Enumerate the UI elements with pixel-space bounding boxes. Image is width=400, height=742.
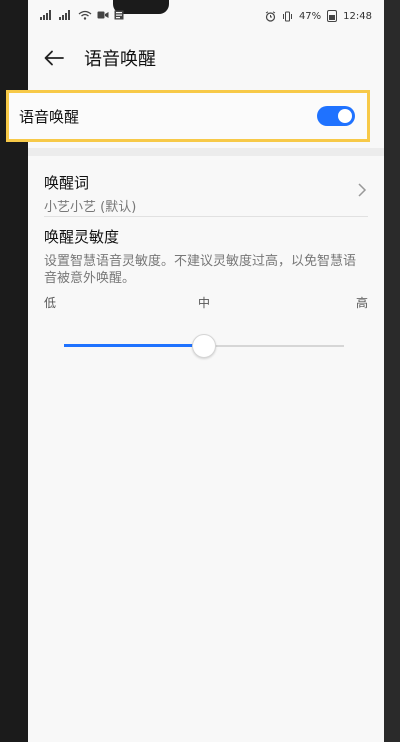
scale-high-label: 高	[355, 296, 368, 310]
battery-icon	[327, 10, 338, 22]
status-left-icons	[40, 10, 124, 20]
sensitivity-slider[interactable]	[64, 334, 344, 358]
voice-wake-label: 语音唤醒	[19, 107, 80, 126]
slider-fill	[64, 344, 204, 347]
voice-wake-toggle[interactable]	[317, 106, 355, 126]
wake-word-row[interactable]: 唤醒词 小艺小艺 (默认)	[44, 172, 368, 218]
back-button[interactable]	[42, 46, 66, 70]
alarm-icon	[265, 10, 276, 22]
device-bezel	[384, 0, 400, 742]
page-title: 语音唤醒	[84, 49, 156, 70]
status-right-icons: 47% 12:48	[265, 10, 372, 22]
battery-percent: 47%	[298, 10, 322, 22]
scale-mid-label: 中	[198, 296, 211, 310]
sensitivity-title: 唤醒灵敏度	[44, 228, 120, 246]
row-divider	[44, 216, 368, 217]
video-icon	[97, 11, 109, 19]
slider-thumb[interactable]	[192, 334, 216, 358]
vibrate-icon	[282, 11, 292, 21]
wifi-icon	[78, 10, 92, 20]
sensitivity-scale-labels: 低 中 高	[44, 294, 368, 310]
status-time: 12:48	[343, 10, 372, 22]
chevron-right-icon	[358, 183, 367, 197]
back-arrow-icon	[44, 50, 64, 66]
sensitivity-description: 设置智慧语音灵敏度。不建议灵敏度过高，以免智慧语音被意外唤醒。	[44, 254, 357, 286]
wake-word-title: 唤醒词	[44, 174, 90, 192]
signal-icon	[59, 10, 73, 20]
status-bar: 47% 12:48	[28, 0, 384, 34]
section-separator	[28, 148, 384, 156]
toggle-knob	[338, 109, 352, 123]
wake-word-value: 小艺小艺 (默认)	[44, 200, 137, 215]
header: 语音唤醒	[28, 34, 384, 82]
signal-icon	[40, 10, 54, 20]
notification-icon	[114, 10, 124, 20]
settings-card: 唤醒词 小艺小艺 (默认) 唤醒灵敏度 设置智慧语音灵敏度。不建议灵敏度过高，以…	[28, 156, 384, 742]
sensitivity-section: 唤醒灵敏度 设置智慧语音灵敏度。不建议灵敏度过高，以免智慧语音被意外唤醒。	[44, 226, 368, 287]
voice-wake-row[interactable]: 语音唤醒	[6, 90, 370, 142]
scale-low-label: 低	[44, 296, 57, 310]
